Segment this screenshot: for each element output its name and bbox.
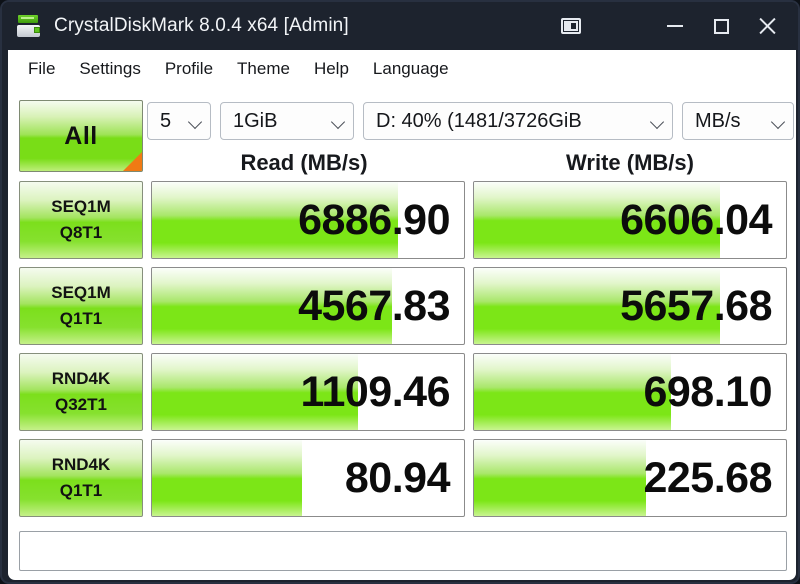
results-grid: SEQ1M Q8T1 6886.90 6606.04 SEQ1M Q1T1 45… <box>19 181 787 525</box>
disk-drive-icon <box>16 13 42 39</box>
read-score-value: 1109.46 <box>300 367 450 416</box>
table-row: SEQ1M Q1T1 4567.83 5657.68 <box>19 267 787 345</box>
column-header-write: Write (MB/s) <box>566 150 694 175</box>
unit-value: MB/s <box>695 109 741 132</box>
window-frame: CrystalDiskMark 8.0.4 x64 [Admin] File S… <box>0 0 800 584</box>
test-count-value: 5 <box>160 109 172 132</box>
menu-item-file[interactable]: File <box>16 56 67 82</box>
maximize-icon <box>713 18 729 34</box>
read-score-cell[interactable]: 4567.83 <box>151 267 465 345</box>
test-button-rnd4k-q32t1[interactable]: RND4K Q32T1 <box>19 353 143 431</box>
test-button-rnd4k-q1t1[interactable]: RND4K Q1T1 <box>19 439 143 517</box>
test-queue: Q32T1 <box>55 395 107 414</box>
crystaldiskmark-window: CrystalDiskMark 8.0.4 x64 [Admin] File S… <box>0 0 800 584</box>
chevron-down-icon <box>332 115 345 128</box>
test-queue: Q8T1 <box>59 223 103 242</box>
menu-item-profile[interactable]: Profile <box>153 56 225 82</box>
copy-icon <box>561 18 581 34</box>
read-score-cell[interactable]: 1109.46 <box>151 353 465 431</box>
test-name: SEQ1M <box>51 197 111 216</box>
close-icon <box>757 16 777 36</box>
test-count-select[interactable]: 5 <box>147 102 211 140</box>
test-button-seq1m-q1t1[interactable]: SEQ1M Q1T1 <box>19 267 143 345</box>
client-area: All 5 1GiB D: 40% (1481/3726GiB MB/s Rea… <box>8 88 796 580</box>
test-name: RND4K <box>51 369 111 388</box>
test-queue: Q1T1 <box>59 481 103 500</box>
maximize-button[interactable] <box>698 6 744 46</box>
drive-value: D: 40% (1481/3726GiB <box>376 109 582 132</box>
read-score-value: 4567.83 <box>298 281 450 330</box>
menu-item-settings[interactable]: Settings <box>67 56 152 82</box>
table-row: RND4K Q1T1 80.94 225.68 <box>19 439 787 517</box>
test-queue: Q1T1 <box>59 309 103 328</box>
menu-bar: File Settings Profile Theme Help Languag… <box>8 50 796 88</box>
window-title: CrystalDiskMark 8.0.4 x64 [Admin] <box>54 15 349 36</box>
write-score-cell[interactable]: 5657.68 <box>473 267 787 345</box>
chevron-down-icon <box>772 115 785 128</box>
write-score-value: 698.10 <box>643 367 772 416</box>
minimize-button[interactable] <box>652 6 698 46</box>
table-row: RND4K Q32T1 1109.46 698.10 <box>19 353 787 431</box>
minimize-icon <box>667 25 683 27</box>
test-button-seq1m-q8t1[interactable]: SEQ1M Q8T1 <box>19 181 143 259</box>
toolbar-controls: 5 1GiB D: 40% (1481/3726GiB MB/s <box>147 102 794 140</box>
read-score-cell[interactable]: 6886.90 <box>151 181 465 259</box>
write-score-value: 5657.68 <box>620 281 772 330</box>
table-row: SEQ1M Q8T1 6886.90 6606.04 <box>19 181 787 259</box>
test-name: SEQ1M <box>51 283 111 302</box>
test-size-select[interactable]: 1GiB <box>220 102 354 140</box>
menu-item-language[interactable]: Language <box>361 56 461 82</box>
write-score-cell[interactable]: 6606.04 <box>473 181 787 259</box>
read-score-value: 80.94 <box>344 453 451 502</box>
all-button[interactable]: All <box>19 100 143 172</box>
write-score-value: 6606.04 <box>620 195 772 244</box>
menu-item-help[interactable]: Help <box>302 56 361 82</box>
unit-select[interactable]: MB/s <box>682 102 794 140</box>
chevron-down-icon <box>189 115 202 128</box>
read-score-value: 6886.90 <box>298 195 450 244</box>
column-header-read: Read (MB/s) <box>240 150 368 175</box>
write-score-value: 225.68 <box>643 453 772 502</box>
comment-input[interactable] <box>19 531 787 571</box>
chevron-down-icon <box>651 115 664 128</box>
copy-button[interactable] <box>548 6 594 46</box>
close-button[interactable] <box>744 6 790 46</box>
all-button-label: All <box>64 121 98 150</box>
all-button-corner-marker <box>123 152 142 171</box>
read-score-cell[interactable]: 80.94 <box>151 439 465 517</box>
drive-select[interactable]: D: 40% (1481/3726GiB <box>363 102 673 140</box>
test-name: RND4K <box>51 455 111 474</box>
title-bar: CrystalDiskMark 8.0.4 x64 [Admin] <box>2 2 798 50</box>
menu-item-theme[interactable]: Theme <box>225 56 302 82</box>
column-headers: Read (MB/s) Write (MB/s) <box>147 150 787 176</box>
write-score-cell[interactable]: 225.68 <box>473 439 787 517</box>
test-size-value: 1GiB <box>233 109 278 132</box>
write-score-cell[interactable]: 698.10 <box>473 353 787 431</box>
